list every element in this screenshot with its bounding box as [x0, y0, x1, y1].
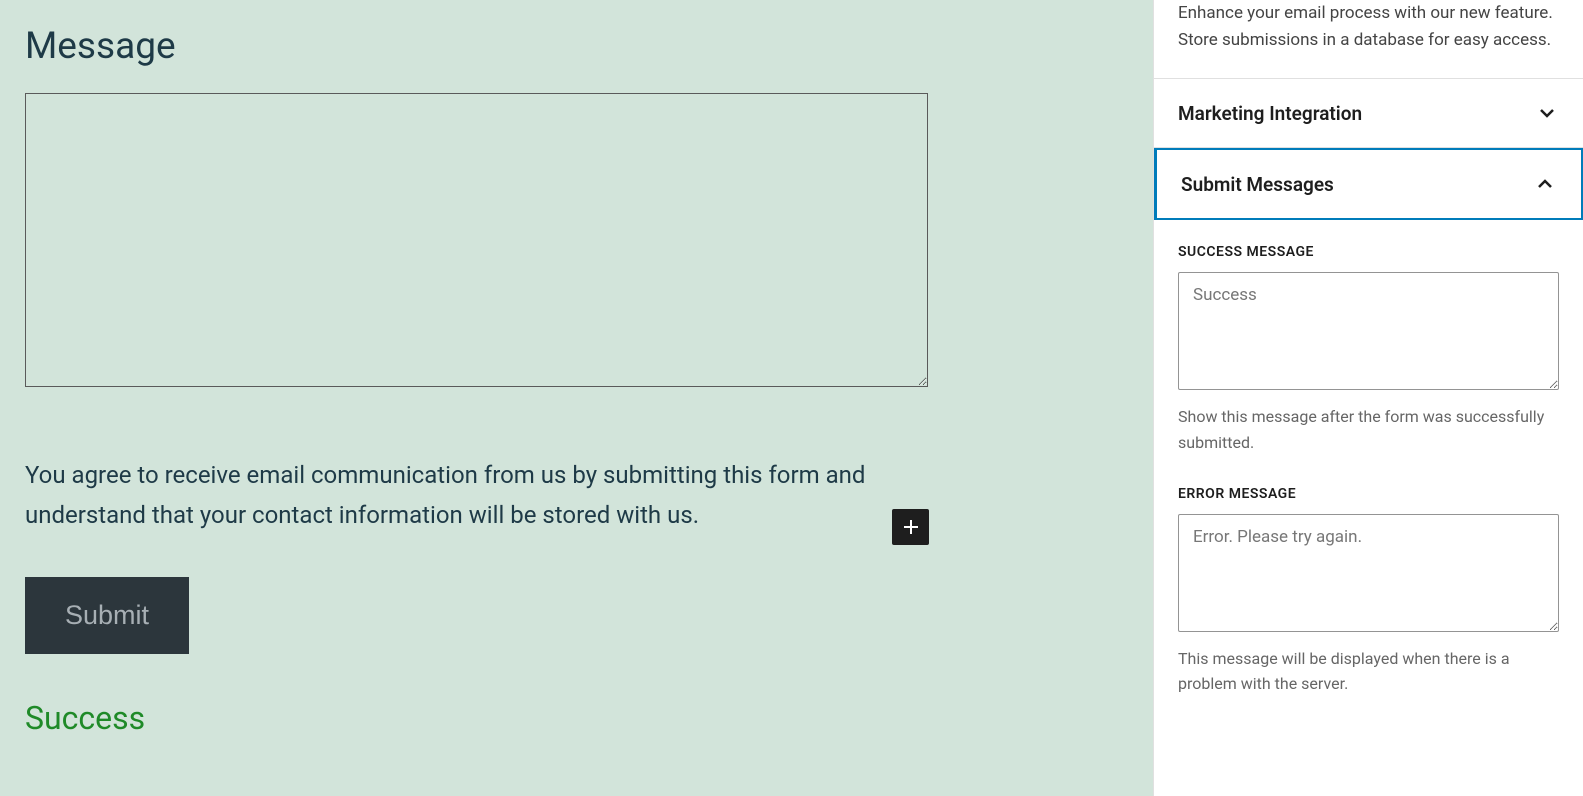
- plus-icon: [899, 515, 923, 539]
- message-textarea[interactable]: [25, 93, 928, 387]
- panel-submit-messages-title: Submit Messages: [1181, 173, 1334, 196]
- message-field-label: Message: [25, 25, 1128, 68]
- panel-marketing-title: Marketing Integration: [1178, 102, 1362, 125]
- chevron-up-icon: [1533, 172, 1557, 196]
- add-block-button[interactable]: [892, 509, 929, 545]
- success-message-label: SUCCESS MESSAGE: [1178, 244, 1559, 260]
- editor-canvas[interactable]: Message You agree to receive email commu…: [0, 0, 1153, 796]
- error-message-input[interactable]: [1178, 514, 1559, 632]
- sidebar-intro-text: Enhance your email process with our new …: [1154, 0, 1583, 79]
- panel-submit-messages-body: SUCCESS MESSAGE Show this message after …: [1154, 220, 1583, 750]
- settings-sidebar: Enhance your email process with our new …: [1153, 0, 1583, 796]
- panel-marketing-integration[interactable]: Marketing Integration: [1154, 79, 1583, 148]
- success-message-input[interactable]: [1178, 272, 1559, 390]
- success-message-description: Show this message after the form was suc…: [1178, 404, 1559, 455]
- panel-submit-messages[interactable]: Submit Messages: [1154, 148, 1583, 220]
- success-preview-text: Success: [25, 699, 1128, 737]
- chevron-down-icon: [1535, 101, 1559, 125]
- error-message-description: This message will be displayed when ther…: [1178, 646, 1559, 697]
- submit-button[interactable]: Submit: [25, 577, 189, 654]
- consent-text: You agree to receive email communication…: [25, 456, 925, 535]
- error-message-label: ERROR MESSAGE: [1178, 486, 1559, 502]
